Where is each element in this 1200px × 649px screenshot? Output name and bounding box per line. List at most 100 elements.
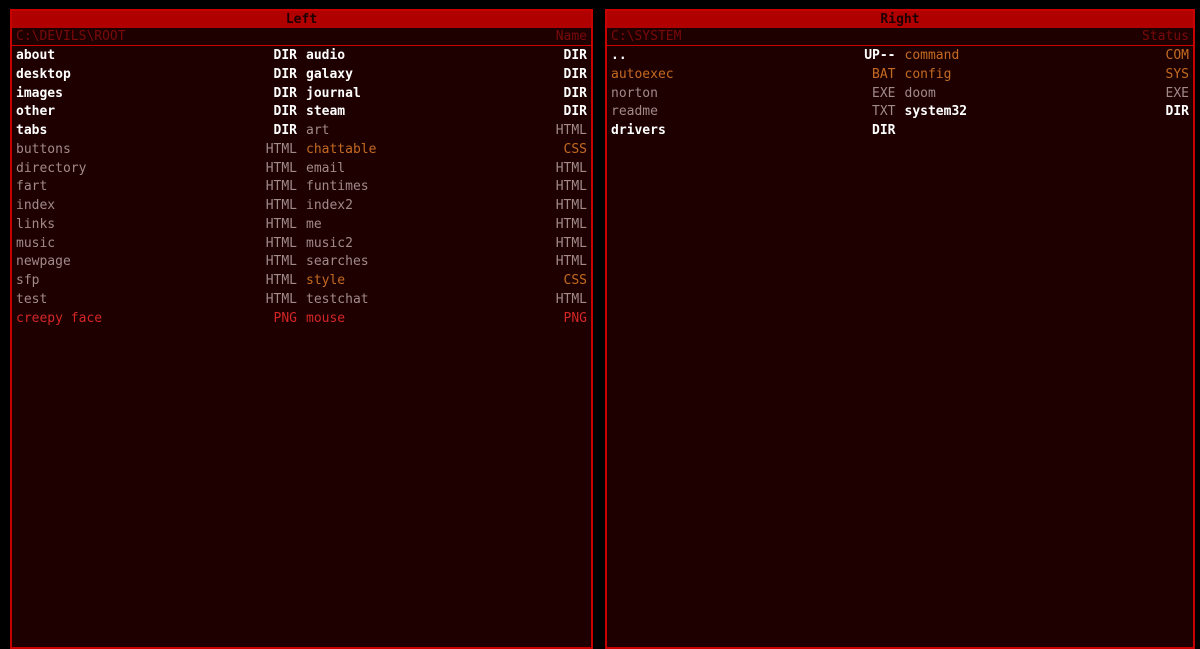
file-row[interactable]: drivers DIR: [611, 122, 896, 141]
file-row[interactable]: doom EXE: [905, 85, 1190, 104]
file-row[interactable]: music HTML: [16, 235, 297, 254]
file-row[interactable]: directory HTML: [16, 160, 297, 179]
file-name: audio: [306, 48, 346, 63]
file-row[interactable]: music2 HTML: [306, 235, 587, 254]
file-row[interactable]: me HTML: [306, 216, 587, 235]
file-row[interactable]: autoexec BAT: [611, 66, 896, 85]
file-type: HTML: [555, 291, 587, 307]
file-name: autoexec: [611, 66, 674, 82]
file-row[interactable]: fart HTML: [16, 178, 297, 197]
file-row[interactable]: funtimes HTML: [306, 178, 587, 197]
file-row[interactable]: journal DIR: [306, 85, 587, 104]
file-row[interactable]: steam DIR: [306, 103, 587, 122]
file-name: index: [16, 198, 56, 213]
left-panel-column-label[interactable]: Name: [556, 28, 587, 45]
file-type: DIR: [273, 66, 297, 82]
file-name: command: [904, 48, 960, 63]
file-type: HTML: [265, 254, 297, 270]
file-row[interactable]: sfp HTML: [16, 272, 297, 291]
file-row[interactable]: .. UP--: [611, 47, 896, 66]
file-row[interactable]: images DIR: [16, 85, 297, 104]
file-name: creepy face: [16, 310, 103, 326]
file-type: DIR: [563, 48, 587, 63]
right-panel-column-label[interactable]: Status: [1142, 28, 1189, 45]
file-row[interactable]: system32 DIR: [905, 103, 1190, 122]
file-row[interactable]: about DIR: [16, 47, 297, 66]
file-type: PNG: [273, 310, 297, 326]
file-type: EXE: [1165, 85, 1189, 101]
file-type: HTML: [265, 141, 297, 157]
file-row[interactable]: galaxy DIR: [306, 66, 587, 85]
file-type: COM: [1165, 48, 1189, 63]
file-row[interactable]: norton EXE: [611, 85, 896, 104]
file-name: directory: [16, 160, 87, 176]
left-panel-title: Left: [12, 11, 591, 28]
file-type: HTML: [265, 273, 297, 288]
file-row[interactable]: audio DIR: [306, 47, 587, 66]
file-type: DIR: [563, 104, 587, 120]
file-row[interactable]: index HTML: [16, 197, 297, 216]
file-type: HTML: [265, 291, 297, 307]
right-panel-path: C:\SYSTEM: [611, 29, 682, 44]
file-type: HTML: [265, 198, 297, 213]
right-panel-title: Right: [607, 11, 1193, 28]
file-type: HTML: [555, 254, 587, 270]
file-type: CSS: [563, 141, 587, 157]
file-type: HTML: [555, 123, 587, 138]
file-type: TXT: [872, 104, 896, 120]
file-name: buttons: [16, 141, 71, 157]
file-name: music2: [306, 235, 353, 251]
file-row[interactable]: style CSS: [306, 272, 587, 291]
left-panel: Left C:\DEVILS\ROOT Name about DIR desktop…: [10, 9, 593, 649]
file-row[interactable]: links HTML: [16, 216, 297, 235]
file-name: images: [16, 85, 63, 101]
file-row[interactable]: mouse PNG: [306, 310, 587, 329]
file-row[interactable]: index2 HTML: [306, 197, 587, 216]
file-row[interactable]: command COM: [905, 47, 1190, 66]
file-row[interactable]: creepy face PNG: [16, 310, 297, 329]
file-type: HTML: [555, 198, 587, 213]
file-row[interactable]: art HTML: [306, 122, 587, 141]
file-name: drivers: [611, 123, 666, 138]
file-row[interactable]: email HTML: [306, 160, 587, 179]
file-type: DIR: [563, 85, 587, 101]
file-row[interactable]: chattable CSS: [306, 141, 587, 160]
file-name: index2: [306, 198, 353, 213]
file-name: journal: [306, 85, 361, 101]
file-type: DIR: [1165, 104, 1189, 120]
file-type: HTML: [555, 160, 587, 176]
file-name: email: [306, 160, 346, 176]
file-name: ..: [611, 48, 627, 63]
file-type: DIR: [273, 48, 297, 63]
left-panel-file-list: about DIR desktop DIR images DIR other DIR tabs D…: [12, 46, 591, 328]
right-panel-header: C:\SYSTEM Status: [607, 28, 1193, 46]
file-type: HTML: [265, 179, 297, 195]
file-name: music: [16, 235, 56, 251]
file-row[interactable]: config SYS: [905, 66, 1190, 85]
file-name: other: [16, 104, 56, 120]
file-type: DIR: [563, 66, 587, 82]
file-name: system32: [904, 104, 968, 120]
file-row[interactable]: test HTML: [16, 291, 297, 310]
file-row[interactable]: testchat HTML: [306, 291, 587, 310]
file-row[interactable]: other DIR: [16, 103, 297, 122]
file-name: tabs: [16, 123, 48, 138]
file-row[interactable]: newpage HTML: [16, 253, 297, 272]
file-type: HTML: [555, 179, 587, 195]
file-name: galaxy: [306, 66, 353, 82]
file-row[interactable]: desktop DIR: [16, 66, 297, 85]
file-name: style: [306, 273, 346, 288]
file-row[interactable]: searches HTML: [306, 253, 587, 272]
file-column: .. UP-- autoexec BAT norton EXE readme TXT drive…: [611, 47, 896, 141]
file-row[interactable]: buttons HTML: [16, 141, 297, 160]
file-type: HTML: [555, 235, 587, 251]
file-name: readme: [611, 104, 658, 120]
file-row[interactable]: tabs DIR: [16, 122, 297, 141]
file-column: audio DIR galaxy DIR journal DIR steam DIR art HT…: [297, 47, 587, 328]
file-name: fart: [16, 179, 48, 195]
file-type: UP--: [864, 48, 896, 63]
file-name: testchat: [306, 291, 369, 307]
file-row[interactable]: readme TXT: [611, 103, 896, 122]
file-type: PNG: [563, 310, 587, 326]
right-panel: Right C:\SYSTEM Status .. UP-- autoexec BAT…: [605, 9, 1195, 649]
